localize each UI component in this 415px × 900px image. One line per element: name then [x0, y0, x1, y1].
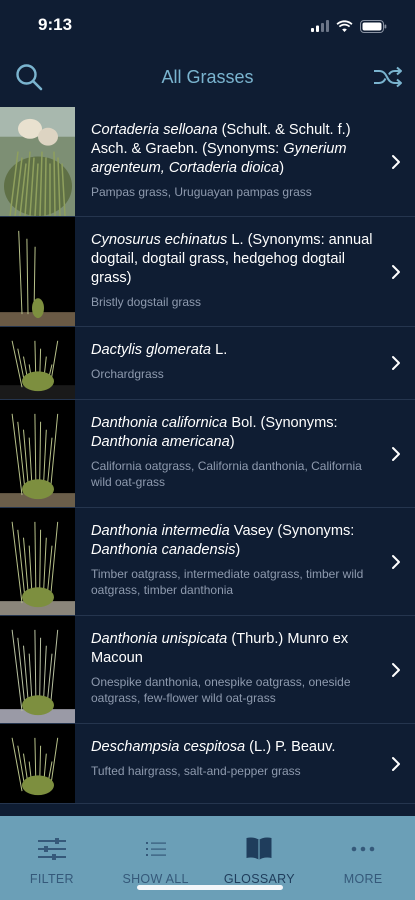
scientific-name-italic: Cynosurus echinatus — [91, 232, 228, 248]
list-item[interactable]: Danthonia californica Bol. (Synonyms: Da… — [0, 400, 415, 508]
list-icon — [145, 842, 166, 856]
book-icon — [246, 837, 272, 860]
tab-label: FILTER — [29, 872, 74, 886]
scientific-name-italic: Cortaderia selloana — [91, 122, 218, 138]
scientific-name: Danthonia intermedia Vasey (Synonyms: Da… — [91, 522, 379, 560]
chevron-right-icon — [392, 154, 400, 169]
status-time: 9:13 — [38, 15, 73, 34]
scientific-name-italic: Dactylis glomerata — [91, 342, 212, 358]
common-names: Tufted hairgrass, salt-and-pepper grass — [91, 764, 301, 778]
grass-photo — [0, 400, 75, 507]
grass-thumbnail — [0, 508, 75, 615]
scientific-name-italic: Danthonia canadensis — [91, 542, 236, 558]
list-item-text: Danthonia californica Bol. (Synonyms: Da… — [75, 400, 415, 507]
scientific-name-italic: Deschampsia cespitosa — [91, 739, 246, 755]
list-item-text: Dactylis glomerata L. Orchardgrass — [75, 327, 415, 399]
scientific-name-text: Bol. (Synonyms: — [227, 415, 338, 431]
grass-thumbnail — [0, 107, 75, 216]
scientific-name-italic: Danthonia unispicata — [91, 631, 228, 647]
scientific-name-text: (L.) P. Beauv. — [245, 739, 336, 755]
chevron-right-icon — [392, 756, 400, 771]
list-item[interactable]: Deschampsia cespitosa (L.) P. Beauv. Tuft… — [0, 724, 415, 804]
tab-filter[interactable]: FILTER — [0, 816, 104, 900]
signal-icon — [311, 20, 329, 32]
tab-label: MORE — [343, 872, 383, 886]
grass-photo — [0, 508, 75, 615]
status-icons — [311, 19, 387, 33]
scientific-name: Danthonia unispicata (Thurb.) Munro ex M… — [91, 630, 379, 668]
grass-photo — [0, 217, 75, 326]
list-item-text: Danthonia intermedia Vasey (Synonyms: Da… — [75, 508, 415, 615]
grass-thumbnail — [0, 724, 75, 803]
list-item-text: Deschampsia cespitosa (L.) P. Beauv. Tuft… — [75, 724, 415, 803]
scientific-name-italic: Danthonia intermedia — [91, 523, 230, 539]
grass-thumbnail — [0, 400, 75, 507]
search-icon — [16, 64, 43, 91]
chevron-right-icon — [392, 356, 400, 370]
scientific-name: Deschampsia cespitosa (L.) P. Beauv. — [91, 738, 379, 757]
scientific-name: Dactylis glomerata L. — [91, 341, 379, 360]
grass-thumbnail — [0, 217, 75, 326]
status-bar: 9:13 — [0, 0, 415, 52]
shuffle-button[interactable] — [371, 60, 405, 94]
common-names: Orchardgrass — [91, 367, 164, 381]
list-item-text: Cortaderia selloana (Schult. & Schult. f… — [75, 107, 415, 216]
nav-bar: All Grasses — [0, 52, 415, 102]
search-button[interactable] — [12, 60, 46, 94]
scientific-name-text: L. — [211, 342, 228, 358]
battery-icon — [360, 19, 387, 33]
grass-photo — [0, 107, 75, 216]
scientific-name: Cynosurus echinatus L. (Synonyms: annual… — [91, 231, 379, 288]
grass-photo — [0, 327, 75, 399]
common-names: Pampas grass, Uruguayan pampas grass — [91, 185, 312, 199]
scientific-name: Cortaderia selloana (Schult. & Schult. f… — [91, 121, 379, 178]
scientific-name-italic: Danthonia americana — [91, 434, 230, 450]
grass-photo — [0, 616, 75, 723]
common-names: California oatgrass, California danthoni… — [91, 459, 362, 489]
grass-photo — [0, 724, 75, 803]
scientific-name-italic: Danthonia californica — [91, 415, 228, 431]
scientific-name-text: Vasey (Synonyms: — [229, 523, 355, 539]
list-item-text: Cynosurus echinatus L. (Synonyms: annual… — [75, 217, 415, 326]
tab-more[interactable]: MORE — [311, 816, 415, 900]
list-item[interactable]: Danthonia unispicata (Thurb.) Munro ex M… — [0, 616, 415, 724]
shuffle-icon — [374, 66, 402, 88]
grass-thumbnail — [0, 616, 75, 723]
tab-label: SHOW ALL — [122, 872, 189, 886]
sliders-icon — [37, 838, 66, 860]
list-item-text: Danthonia unispicata (Thurb.) Munro ex M… — [75, 616, 415, 723]
chevron-right-icon — [392, 662, 400, 677]
chevron-right-icon — [392, 554, 400, 569]
list-item[interactable]: Cynosurus echinatus L. (Synonyms: annual… — [0, 217, 415, 327]
list-item[interactable]: Danthonia intermedia Vasey (Synonyms: Da… — [0, 508, 415, 616]
scientific-name-text: ) — [235, 542, 241, 558]
scientific-name-text: ) — [229, 434, 235, 450]
wifi-icon — [336, 20, 353, 32]
common-names: Onespike danthonia, onespike oatgrass, o… — [91, 675, 351, 705]
scientific-name: Danthonia californica Bol. (Synonyms: Da… — [91, 414, 379, 452]
grass-list: Cortaderia selloana (Schult. & Schult. f… — [0, 107, 415, 817]
chevron-right-icon — [392, 264, 400, 279]
chevron-right-icon — [392, 446, 400, 461]
scientific-name-text: ) — [279, 160, 285, 176]
common-names: Bristly dogstail grass — [91, 295, 202, 309]
page-title: All Grasses — [161, 66, 254, 87]
more-dots-icon — [351, 846, 375, 852]
list-item[interactable]: Dactylis glomerata L. Orchardgrass — [0, 327, 415, 400]
home-indicator — [137, 885, 283, 890]
common-names: Timber oatgrass, intermediate oatgrass, … — [91, 567, 364, 597]
app-screen: 9:13 All Grasses Cortaderia selloana (Sc… — [0, 0, 415, 900]
tab-label: GLOSSARY — [223, 872, 295, 886]
grass-thumbnail — [0, 327, 75, 399]
list-item[interactable]: Cortaderia selloana (Schult. & Schult. f… — [0, 107, 415, 217]
